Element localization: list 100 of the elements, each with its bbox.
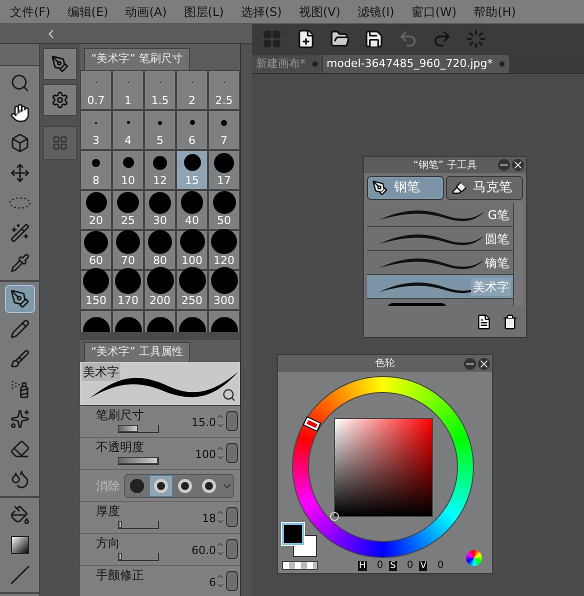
sub-tool-item[interactable]: 圆笔 [367,227,513,251]
menu-item[interactable]: 图层(L) [184,2,224,20]
menu-item[interactable]: 文件(F) [10,2,50,20]
brush-size-cell[interactable]: 50 [208,190,240,230]
menu-item[interactable]: 动画(A) [125,2,167,20]
brush-size-cell[interactable]: 80 [144,230,176,270]
menu-item[interactable]: 滤镜(I) [357,2,394,20]
sub-tool-group-tab[interactable]: 马克笔 [446,176,523,200]
document-tab[interactable]: model-3647485_960_720.jpg* [322,55,509,73]
brush-size-cell[interactable]: 300 [208,270,240,310]
brush-size-label: 0.7 [87,94,105,107]
brush-size-cell[interactable]: 12 [144,150,176,190]
main-color-swatch[interactable] [282,523,304,545]
new-document-icon[interactable] [476,314,492,330]
brush-size-cell[interactable]: 6 [176,110,208,150]
brush-size-label: 25 [121,214,135,227]
document-tab[interactable]: 新建画布* [252,55,322,73]
brush-size-cell[interactable]: 4 [112,110,144,150]
property-label: 笔刷尺寸 [96,408,145,423]
spin-up-icon[interactable] [216,412,225,421]
menu-item[interactable]: 选择(S) [240,2,282,20]
dot-icon[interactable] [312,61,318,67]
pressure-button[interactable] [226,507,238,527]
brush-size-cell[interactable]: 60 [80,230,112,270]
brush-size-cell[interactable]: 120 [208,230,240,270]
brush-size-cell[interactable]: 25 [112,190,144,230]
menu-item[interactable]: 编辑(E) [67,2,108,20]
brush-size-cell[interactable]: 15 [176,150,208,190]
brush-size-cell[interactable]: 1.5 [144,70,176,110]
sub-tool-item[interactable]: 美术字 [367,275,513,299]
brush-size-cell[interactable]: 8 [80,150,112,190]
trash-icon[interactable] [502,314,518,330]
brush-size-cell[interactable]: 40 [176,190,208,230]
pen-nib-icon [372,180,388,196]
property-value: 100 [195,447,216,463]
brush-size-cell[interactable]: 100 [176,230,208,270]
brush-size-cell[interactable]: 170 [112,270,144,310]
sub-tool-item[interactable]: 镝笔 [367,251,513,275]
brush-size-cell[interactable]: 10 [112,150,144,190]
eraser-icon [10,439,30,459]
pressure-button[interactable] [226,443,238,463]
spin-up-icon[interactable] [216,508,225,517]
spin-up-icon[interactable] [216,540,225,549]
spin-down-icon[interactable] [216,581,225,590]
brush-size-cell[interactable]: 3 [80,110,112,150]
spin-down-icon[interactable] [216,517,225,526]
spin-down-icon[interactable] [216,453,225,462]
close-icon[interactable] [512,159,524,171]
sub-tool-group-tab[interactable]: 钢笔 [367,176,444,200]
tool-button[interactable] [4,285,34,313]
channel-value: 0 [437,559,444,573]
menu-item[interactable]: 窗口(W) [411,2,457,20]
search-icon[interactable] [222,388,236,402]
save-icon[interactable] [364,29,384,49]
brush-size-cell[interactable]: 0.7 [80,70,112,110]
color-mode-icon[interactable] [466,550,482,566]
menu-item[interactable]: 视图(V) [298,2,340,20]
panel-tab[interactable]: “美术字” 笔刷尺寸 [84,48,190,70]
brush-size-cell[interactable]: 5 [144,110,176,150]
brush-size-cell[interactable]: 200 [144,270,176,310]
minimize-icon[interactable] [464,358,476,370]
slider-track[interactable] [118,553,159,561]
brush-size-cell[interactable]: 2 [176,70,208,110]
slider-track[interactable] [118,425,159,433]
menu-item[interactable]: 帮助(H) [474,2,516,20]
spin-down-icon[interactable] [216,549,225,558]
brush-size-cell[interactable]: 2.5 [208,70,240,110]
close-icon[interactable] [478,358,490,370]
picker-handle[interactable] [330,512,338,520]
brush-size-cell[interactable]: 150 [80,270,112,310]
brush-size-cell[interactable]: 250 [176,270,208,310]
pressure-button[interactable] [226,539,238,559]
brush-size-cell[interactable]: 70 [112,230,144,270]
slider-track[interactable] [118,521,159,529]
spin-down-icon[interactable] [216,421,225,430]
brush-size-label: 200 [150,294,170,307]
minimize-icon[interactable] [498,159,510,171]
dots-icon[interactable] [466,29,486,49]
pressure-button[interactable] [226,571,238,591]
spin-up-icon[interactable] [216,444,225,453]
brush-size-cell[interactable]: 20 [80,190,112,230]
brush-size-cell[interactable]: 17 [208,150,240,190]
brush-size-label: 120 [214,254,234,267]
brush-size-cell[interactable]: 7 [208,110,240,150]
move-arrows-icon [10,163,30,183]
dot-icon[interactable] [498,61,505,67]
brush-size-cell[interactable]: 1 [112,70,144,110]
sub-tool-item[interactable]: G笔 [367,203,513,227]
transparent-swatch[interactable] [282,561,318,570]
property-value: 18 [202,511,216,527]
spin-up-icon[interactable] [216,572,225,581]
pen-nib-icon [10,289,30,309]
new-file-icon[interactable] [296,29,316,49]
tool-property-tab[interactable] [43,84,77,116]
antialias-option[interactable] [149,474,173,496]
pressure-button[interactable] [226,411,238,431]
panel-tab[interactable]: “美术字” 工具属性 [84,342,190,362]
brush-size-cell[interactable]: 30 [144,190,176,230]
sub-tool-tab[interactable] [43,48,77,80]
folder-icon[interactable] [330,29,350,49]
